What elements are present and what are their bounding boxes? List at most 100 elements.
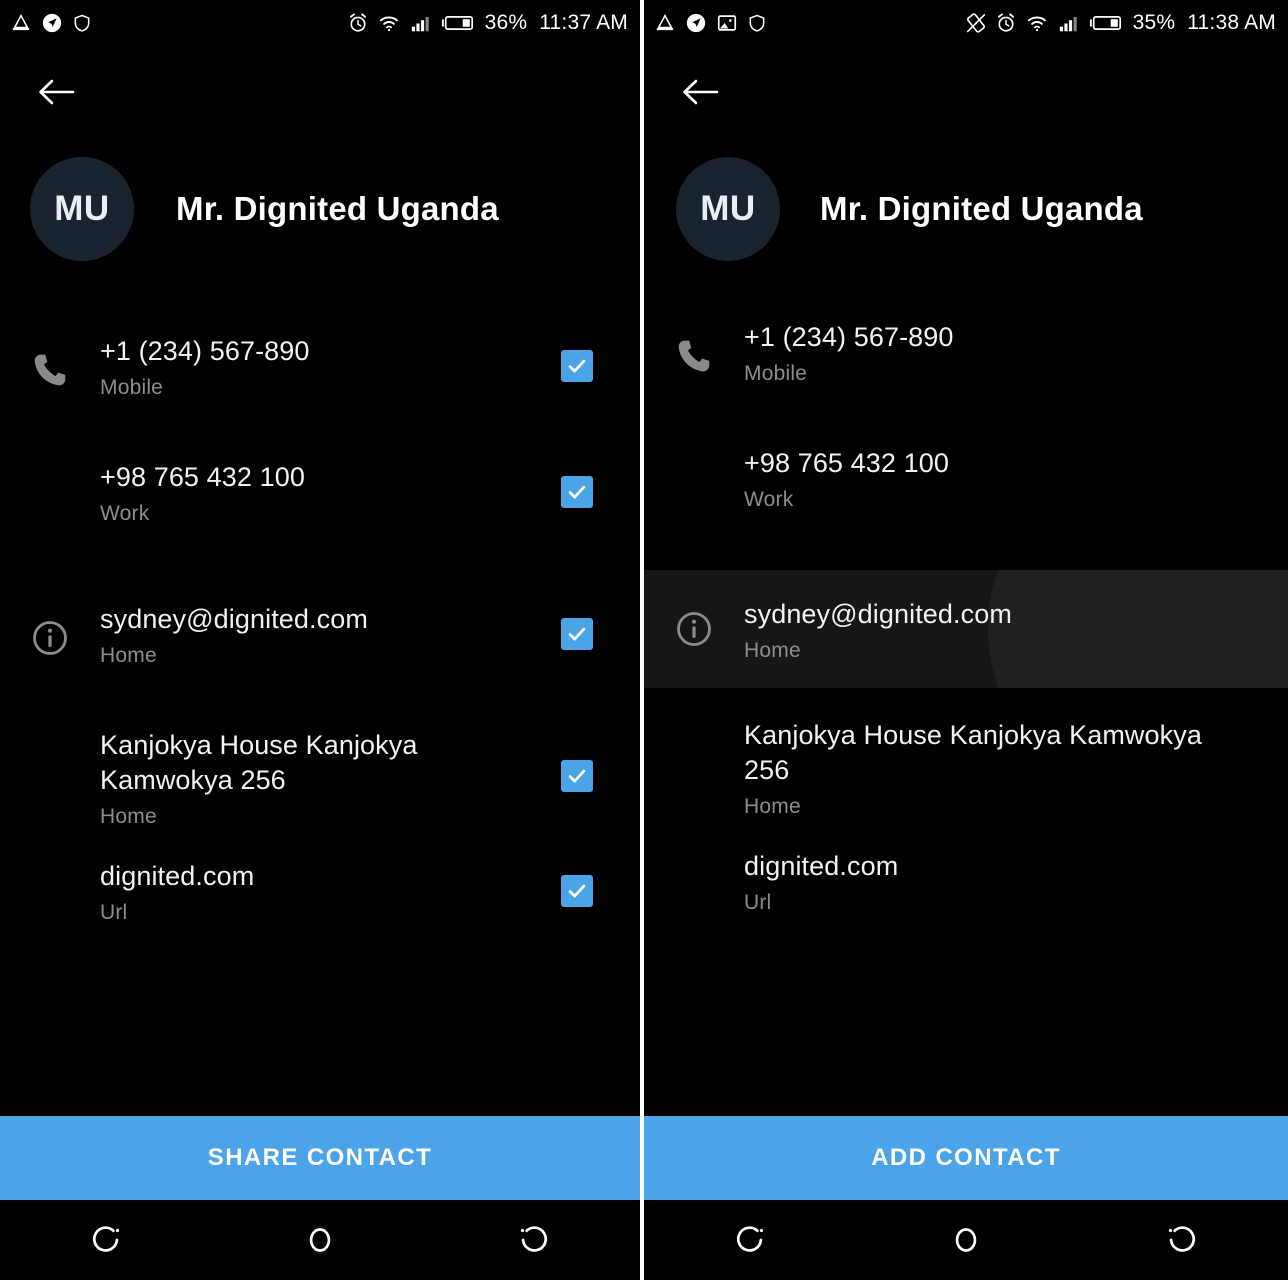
- clock-time: 11:38 AM: [1187, 11, 1276, 34]
- detail-row-content: Kanjokya House Kanjokya Kamwokya 256 Hom…: [100, 726, 532, 829]
- right-screen: 35% 11:38 AM MU Mr. Dignited Uganda +1 (…: [644, 0, 1288, 1280]
- detail-row-address[interactable]: Kanjokya House Kanjokya Kamwokya 256 Hom…: [644, 716, 1288, 819]
- back-nav-icon[interactable]: [1073, 1223, 1288, 1257]
- drive-mode-icon: [10, 12, 32, 34]
- battery-percent: 36%: [484, 11, 528, 34]
- detail-row-content: Kanjokya House Kanjokya Kamwokya 256 Hom…: [744, 716, 1270, 819]
- battery-icon: [1089, 13, 1123, 33]
- navigation-bar: [644, 1200, 1288, 1280]
- detail-row-content: dignited.com Url: [100, 857, 532, 925]
- alarm-icon: [995, 12, 1017, 34]
- detail-label: Url: [744, 891, 772, 915]
- checkbox-checked[interactable]: [561, 476, 593, 508]
- checkbox-checked[interactable]: [561, 760, 593, 792]
- detail-label: Home: [100, 644, 157, 668]
- wifi-icon: [1025, 12, 1049, 34]
- shield-icon: [72, 12, 92, 34]
- rotation-locked-icon: [965, 12, 987, 34]
- screenshot-icon: [716, 12, 738, 34]
- location-arrow-icon: [41, 12, 63, 34]
- row-spacer: [0, 698, 640, 726]
- contact-header: MU Mr. Dignited Uganda: [0, 138, 640, 266]
- app-bar: [0, 46, 640, 138]
- detail-checkbox-wrapper[interactable]: [532, 857, 622, 908]
- drive-mode-icon: [654, 12, 676, 34]
- contact-name: Mr. Dignited Uganda: [176, 190, 499, 227]
- recents-icon[interactable]: [0, 1223, 213, 1257]
- detail-row-email[interactable]: sydney@dignited.com Home: [0, 600, 640, 698]
- detail-value: Kanjokya House Kanjokya Kamwokya 256: [744, 720, 1202, 786]
- detail-value: +98 765 432 100: [744, 448, 949, 478]
- detail-label: Mobile: [100, 376, 164, 400]
- detail-row-url[interactable]: dignited.com Url: [644, 847, 1288, 945]
- detail-value: +98 765 432 100: [100, 462, 305, 492]
- clock-time: 11:37 AM: [539, 11, 628, 34]
- signal-icon: [1057, 12, 1081, 34]
- detail-value: Kanjokya House Kanjokya Kamwokya 256: [100, 730, 418, 796]
- detail-value: dignited.com: [744, 851, 899, 882]
- row-spacer: [0, 829, 640, 857]
- detail-row-email[interactable]: sydney@dignited.com Home: [644, 570, 1288, 688]
- detail-row-url[interactable]: dignited.com Url: [0, 857, 640, 955]
- detail-row-phone-work[interactable]: +98 765 432 100 Work: [644, 444, 1288, 542]
- info-icon: [0, 600, 100, 658]
- detail-label: Mobile: [744, 362, 808, 386]
- checkbox-checked[interactable]: [561, 875, 593, 908]
- detail-row-content: +98 765 432 100 Work: [100, 458, 532, 526]
- detail-value: sydney@dignited.com: [100, 604, 368, 634]
- detail-row-content: dignited.com Url: [744, 847, 1270, 915]
- contact-details-list: +1 (234) 567-890 Mobile +98 765 432 100 …: [644, 318, 1288, 945]
- back-arrow-icon[interactable]: [674, 66, 726, 118]
- detail-row-phone-mobile[interactable]: +1 (234) 567-890 Mobile: [0, 332, 640, 430]
- back-arrow-icon[interactable]: [30, 66, 82, 118]
- detail-value: +1 (234) 567-890: [100, 336, 310, 366]
- checkbox-checked[interactable]: [561, 350, 593, 382]
- status-icons-right: 35% 11:38 AM: [965, 11, 1276, 35]
- detail-row-address[interactable]: Kanjokya House Kanjokya Kamwokya 256 Hom…: [0, 726, 640, 829]
- detail-value: sydney@dignited.com: [744, 598, 1012, 629]
- detail-checkbox-wrapper[interactable]: [532, 726, 622, 792]
- detail-label: Work: [100, 502, 150, 526]
- status-icons-right: 36% 11:37 AM: [347, 11, 628, 35]
- detail-label: Home: [744, 639, 801, 663]
- signal-icon: [409, 12, 433, 34]
- navigation-bar: [0, 1200, 640, 1280]
- detail-label: Work: [744, 488, 794, 512]
- detail-label: Home: [100, 805, 157, 829]
- info-icon: [644, 609, 744, 649]
- detail-label: Home: [744, 795, 801, 819]
- detail-row-phone-work[interactable]: +98 765 432 100 Work: [0, 458, 640, 556]
- status-bar: 36% 11:37 AM: [0, 0, 640, 46]
- battery-icon: [441, 13, 475, 33]
- action-button-label: ADD CONTACT: [871, 1144, 1061, 1171]
- add-contact-button[interactable]: ADD CONTACT: [644, 1116, 1288, 1200]
- home-icon[interactable]: [859, 1223, 1074, 1257]
- avatar: MU: [676, 157, 780, 261]
- share-contact-button[interactable]: SHARE CONTACT: [0, 1116, 640, 1200]
- detail-row-content: +98 765 432 100 Work: [744, 444, 1270, 512]
- detail-checkbox-wrapper[interactable]: [532, 600, 622, 650]
- left-screen: 36% 11:37 AM MU Mr. Dignited Uganda +1 (…: [0, 0, 640, 1280]
- detail-row-content: +1 (234) 567-890 Mobile: [100, 332, 532, 400]
- action-button-label: SHARE CONTACT: [207, 1144, 433, 1171]
- app-bar: [644, 46, 1288, 138]
- alarm-icon: [347, 12, 369, 34]
- status-icons-left: [654, 12, 767, 34]
- detail-value: +1 (234) 567-890: [744, 322, 954, 352]
- phone-icon: [644, 318, 744, 376]
- detail-checkbox-wrapper[interactable]: [532, 332, 622, 382]
- battery-percent: 35%: [1132, 11, 1176, 34]
- row-spacer: [644, 688, 1288, 716]
- back-nav-icon[interactable]: [427, 1223, 640, 1257]
- home-icon[interactable]: [213, 1223, 426, 1257]
- contact-name: Mr. Dignited Uganda: [820, 190, 1143, 227]
- dual-screenshot-comparison: 36% 11:37 AM MU Mr. Dignited Uganda +1 (…: [0, 0, 1288, 1280]
- recents-icon[interactable]: [644, 1223, 859, 1257]
- detail-row-phone-mobile[interactable]: +1 (234) 567-890 Mobile: [644, 318, 1288, 416]
- avatar: MU: [30, 157, 134, 261]
- checkbox-checked[interactable]: [561, 618, 593, 650]
- detail-checkbox-wrapper[interactable]: [532, 458, 622, 508]
- row-spacer: [644, 819, 1288, 847]
